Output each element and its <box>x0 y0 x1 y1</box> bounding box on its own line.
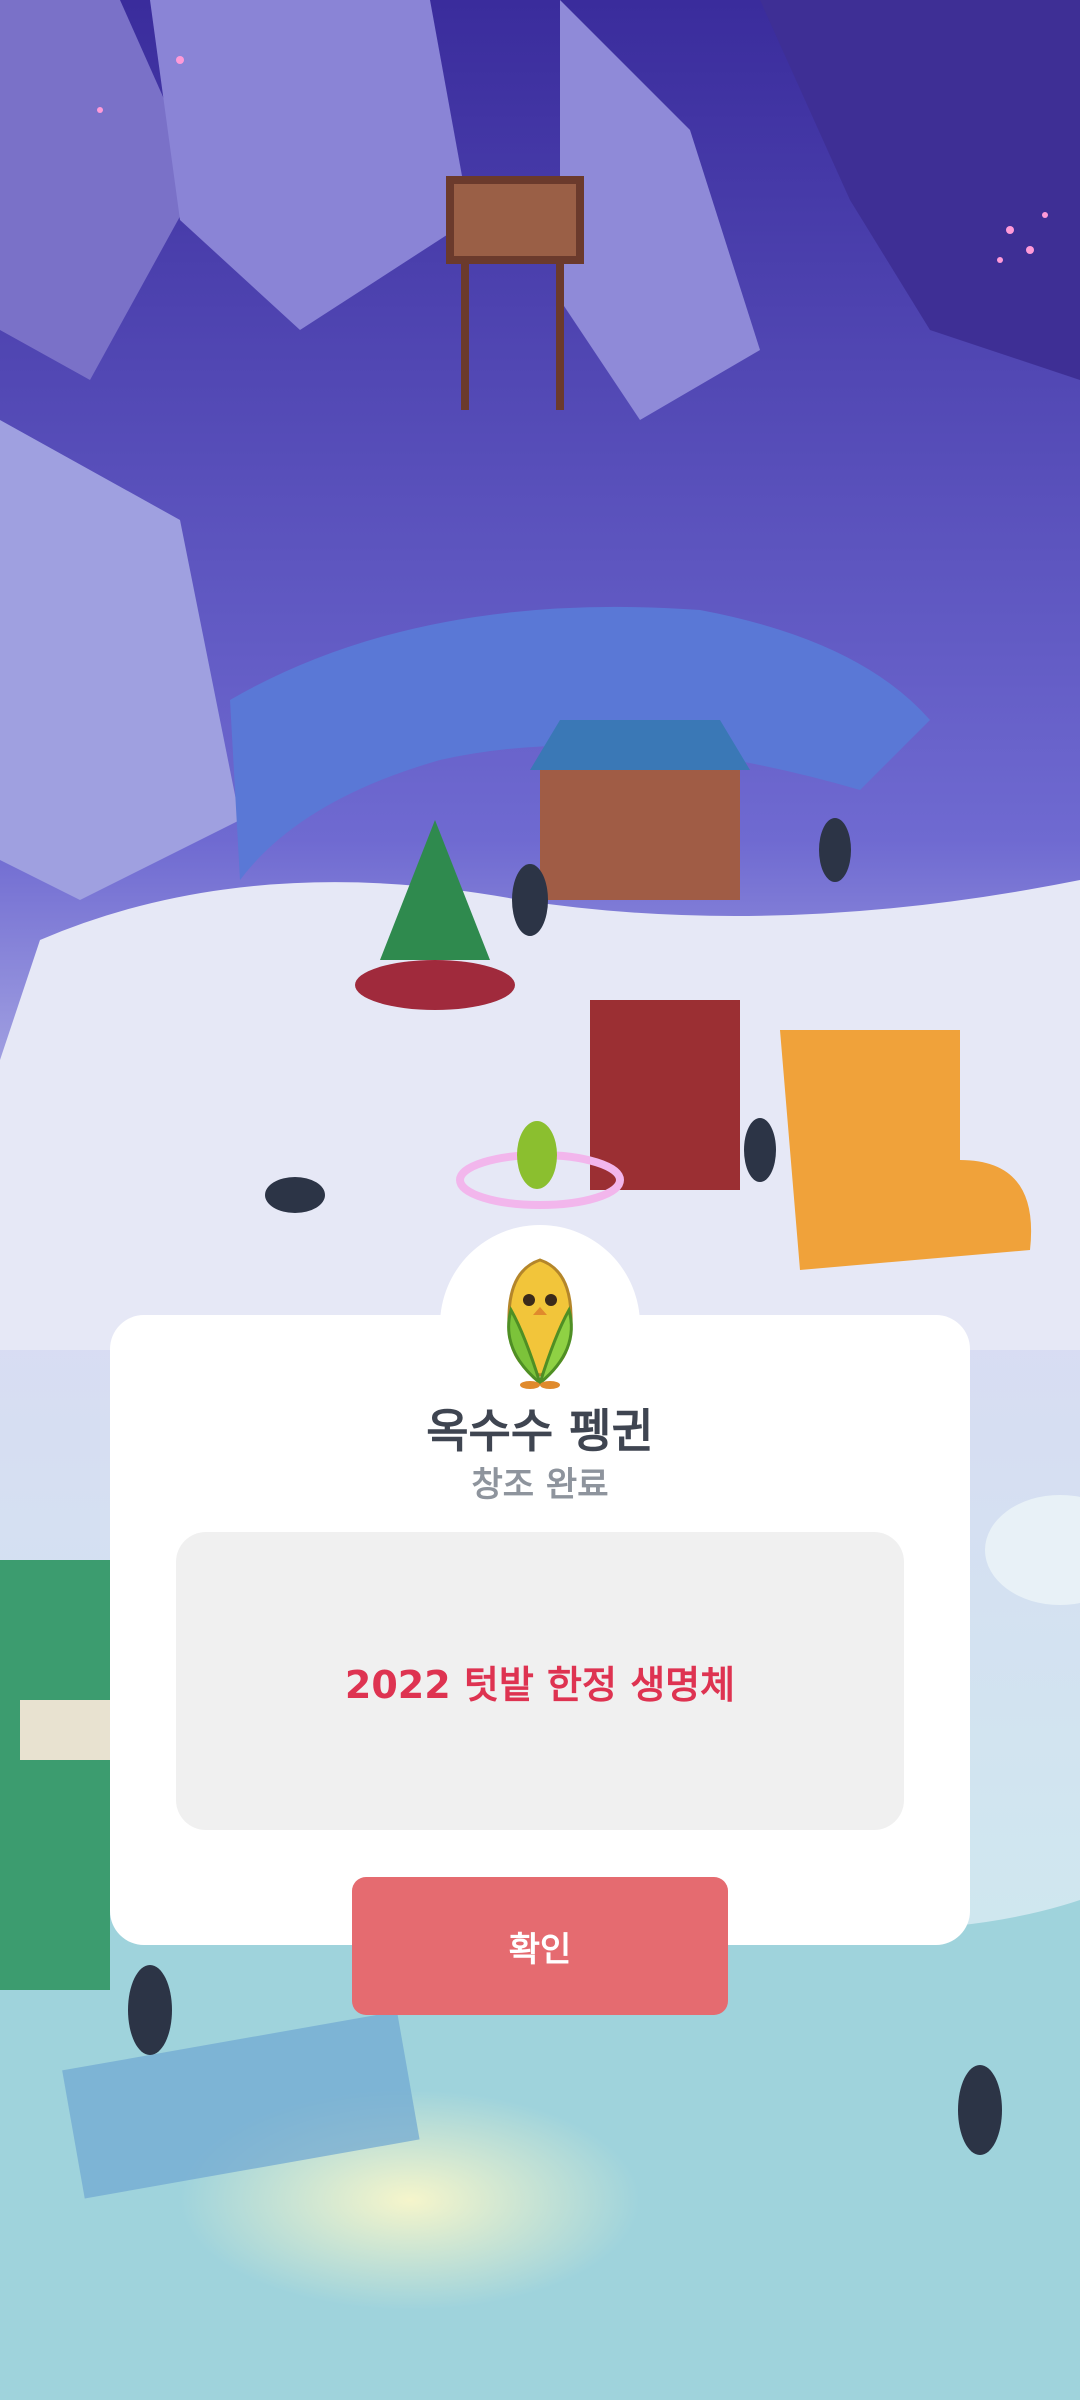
description-text: 2022 텃밭 한정 생명체 <box>344 1662 736 1707</box>
confirm-button[interactable]: 확인 <box>352 1877 728 2015</box>
dialog-subtitle: 창조 완료 <box>471 1465 609 1505</box>
dialog-title: 옥수수 펭귄 <box>426 1404 654 1458</box>
game-world-background <box>0 0 1080 2400</box>
corn-penguin-icon <box>507 1258 573 1389</box>
description-box: 2022 텃밭 한정 생명체 <box>176 1532 904 1830</box>
